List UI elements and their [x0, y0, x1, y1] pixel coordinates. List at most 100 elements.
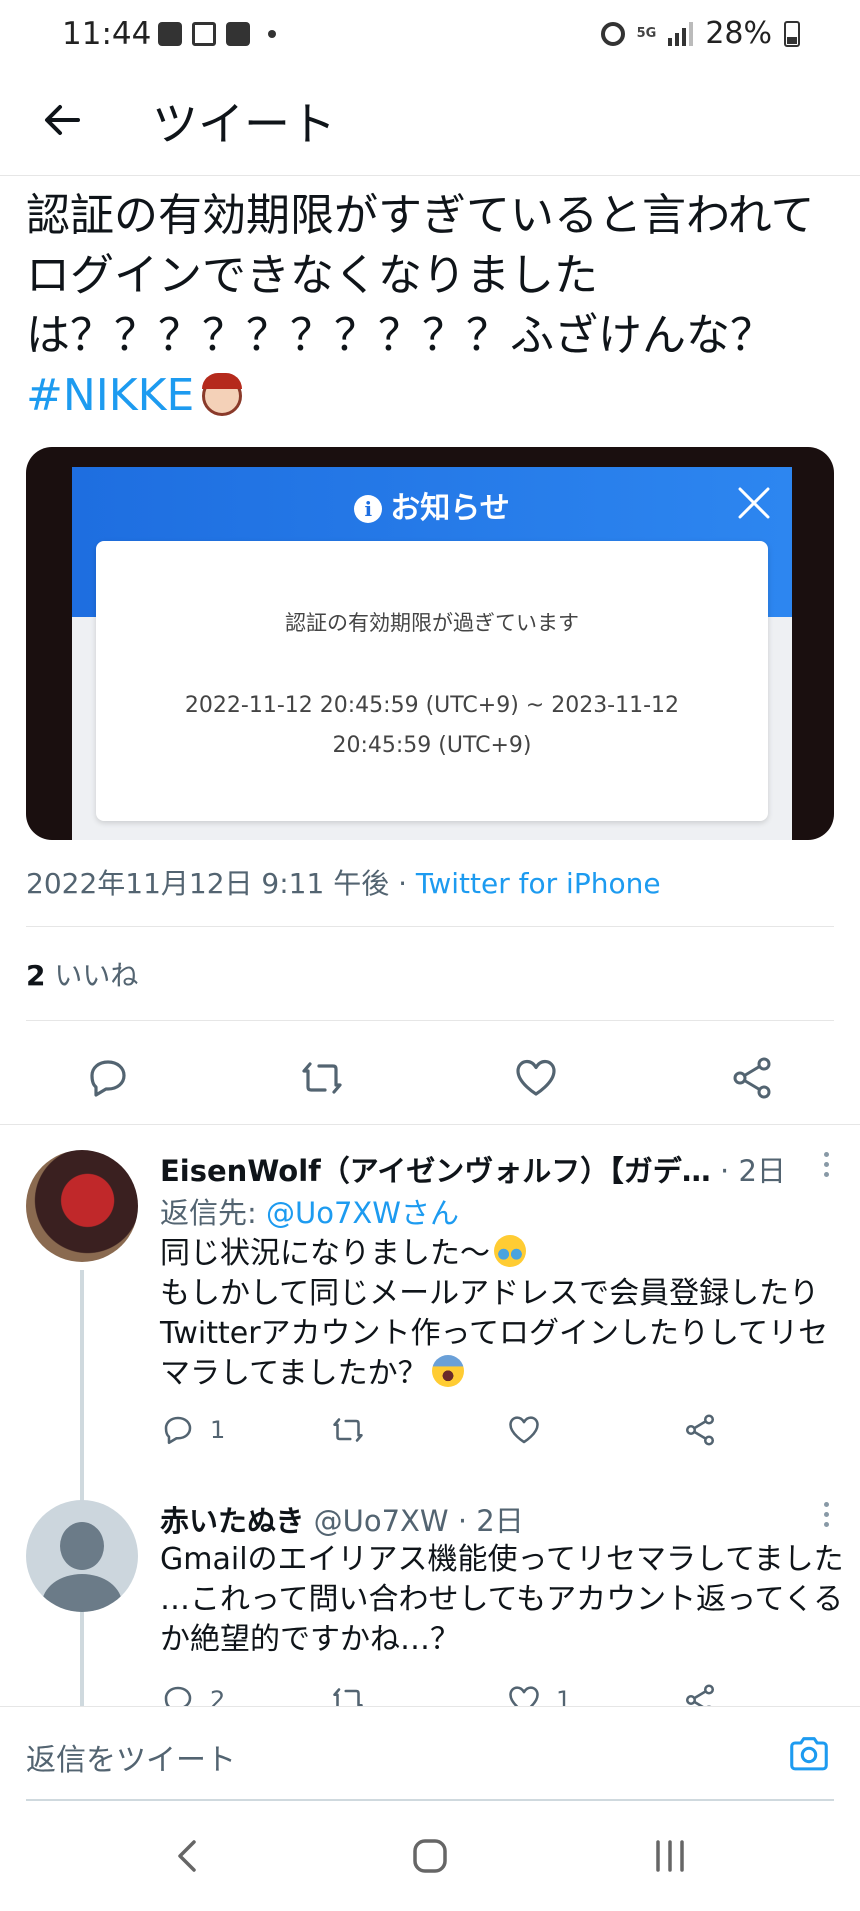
dialog-period-line: 20:45:59 (UTC+9) — [332, 733, 532, 758]
like-heart-icon — [509, 1416, 539, 1444]
camera-icon[interactable] — [786, 1731, 832, 1777]
signal-icon — [668, 21, 694, 46]
reply-header: EisenWolf（アイゼンヴォルフ）【ガデ… · 2日 — [160, 1148, 786, 1190]
dialog-message: 認証の有効期限が過ぎています — [285, 611, 579, 635]
notice-dialog: i お知らせ 認証の有効期限が過ぎています 2022-11-12 20:45:59… — [72, 467, 792, 840]
reply-count: 2 — [210, 1686, 226, 1706]
reply-text: 同じ状況になりました〜 もしかして同じメールアドレスで会員登録したり Twitt… — [160, 1234, 840, 1394]
reply-text: Gmailのエイリアス機能使ってリセマラしてました …これって問い合わせしてもア… — [160, 1540, 844, 1660]
likes-number: 2 — [26, 959, 46, 992]
reply-author-name[interactable]: 赤いたぬき — [160, 1504, 304, 1538]
gmail-icon — [192, 22, 216, 46]
share-icon — [685, 1414, 715, 1446]
dialog-body: 認証の有効期限が過ぎています 2022-11-12 20:45:59 (UTC+… — [96, 541, 768, 821]
nav-back-icon[interactable] — [164, 1832, 212, 1880]
battery-icon — [784, 20, 800, 47]
tweet-meta: 2022年11月12日 9:11 午後 · Twitter for iPhone — [26, 862, 661, 902]
reply-author-name[interactable]: EisenWolf（アイゼンヴォルフ）【ガデ… — [160, 1154, 711, 1188]
hashtag-link[interactable]: #NIKKE — [26, 370, 194, 421]
composer-underline — [26, 1799, 834, 1801]
top-app-bar: ツイート — [0, 72, 860, 176]
clock-app-icon — [226, 22, 250, 46]
reply-to: 返信先: @Uo7XWさん — [160, 1190, 459, 1232]
status-time: 11:44 — [62, 16, 152, 52]
arrow-left-icon[interactable] — [38, 96, 86, 144]
more-options-icon[interactable] — [822, 1152, 830, 1182]
reply-count: 1 — [210, 1416, 226, 1444]
like-heart-icon — [509, 1686, 539, 1706]
reply-text-line: …これって問い合わせしてもアカウント返ってくる — [160, 1582, 844, 1617]
like-button[interactable]: 1 — [506, 1680, 571, 1706]
nav-recents-icon[interactable] — [646, 1832, 694, 1880]
avatar[interactable] — [26, 1500, 138, 1612]
tweet-text: 認証の有効期限がすぎていると言われて ログインできなくなりました は？？？？？？… — [26, 186, 836, 426]
reply-text-line: もしかして同じメールアドレスで会員登録したり — [160, 1276, 820, 1311]
reply-text-line: 同じ状況になりました〜 — [160, 1236, 490, 1271]
likes-count-link[interactable]: 2 いいね — [26, 954, 138, 994]
status-bar: 11:44 5G 28% — [0, 0, 860, 72]
page-title: ツイート — [152, 97, 336, 151]
gallery-icon — [158, 22, 182, 46]
reply-composer: 返信をツイート — [0, 1706, 860, 1802]
like-heart-icon[interactable] — [512, 1054, 560, 1102]
retweet-icon — [333, 1418, 363, 1442]
share-button[interactable] — [682, 1680, 718, 1706]
reply-text-line: Twitterアカウント作ってログインしたりしてリセ — [160, 1316, 829, 1351]
like-count: 1 — [556, 1686, 572, 1706]
close-icon — [738, 487, 770, 519]
info-icon: i — [354, 495, 383, 523]
mention-link[interactable]: @Uo7XWさん — [266, 1196, 459, 1230]
dialog-period: 2022-11-12 20:45:59 (UTC+9) ~ 2023-11-12… — [96, 686, 768, 766]
nav-home-icon[interactable] — [406, 1832, 454, 1880]
like-button[interactable] — [506, 1410, 556, 1450]
share-button[interactable] — [682, 1410, 718, 1450]
retweet-icon — [333, 1688, 363, 1706]
more-options-icon[interactable] — [822, 1502, 830, 1532]
tweet-source-link[interactable]: Twitter for iPhone — [416, 867, 661, 900]
retweet-icon[interactable] — [298, 1054, 346, 1102]
share-icon — [685, 1684, 715, 1706]
divider — [26, 926, 834, 927]
retweet-button[interactable] — [330, 1410, 380, 1450]
reply-icon — [164, 1416, 192, 1445]
reply-icon[interactable] — [84, 1054, 132, 1102]
reply-button[interactable]: 1 — [160, 1410, 225, 1450]
meta-separator: · — [389, 867, 416, 900]
tweet-media-image[interactable]: i お知らせ 認証の有効期限が過ぎています 2022-11-12 20:45:59… — [26, 447, 834, 840]
system-nav-bar — [0, 1802, 860, 1911]
tweet-timestamp: 2022年11月12日 9:11 午後 — [26, 867, 390, 900]
dialog-title: i お知らせ — [72, 483, 792, 527]
share-icon[interactable] — [728, 1054, 776, 1102]
thread-line — [80, 1620, 84, 1706]
reply-actions: 1 — [160, 1410, 720, 1454]
likes-label: いいね — [45, 959, 139, 992]
alarm-icon — [600, 21, 625, 46]
reply-tweet[interactable]: 赤いたぬき @Uo7XW · 2日 Gmailのエイリアス機能使ってリセマラして… — [0, 1474, 860, 1706]
system-icons: 5G 28% — [600, 16, 800, 51]
retweet-button[interactable] — [330, 1680, 380, 1706]
reply-text-line: Gmailのエイリアス機能使ってリセマラしてました — [160, 1542, 844, 1577]
dialog-title-text: お知らせ — [390, 491, 510, 526]
reply-handle: @Uo7XW — [304, 1504, 449, 1538]
reply-header: 赤いたぬき @Uo7XW · 2日 — [160, 1498, 524, 1540]
divider — [26, 1020, 834, 1021]
reply-to-label: 返信先: — [160, 1196, 266, 1230]
character-emoji-icon — [202, 373, 243, 416]
more-notifications-icon — [268, 30, 276, 38]
avatar[interactable] — [26, 1150, 138, 1262]
reply-icon — [164, 1686, 192, 1706]
reply-input[interactable]: 返信をツイート — [26, 1735, 236, 1779]
dialog-period-line: 2022-11-12 20:45:59 (UTC+9) ~ 2023-11-12 — [184, 693, 680, 718]
network-type: 5G — [636, 25, 657, 41]
screaming-face-emoji-icon — [431, 1355, 464, 1387]
battery-percent: 28% — [705, 16, 772, 51]
reply-text-line: マラしてましたか？ — [160, 1356, 428, 1391]
reply-actions: 2 1 — [160, 1680, 720, 1706]
reply-time: · 2日 — [448, 1504, 524, 1538]
reply-tweet[interactable]: EisenWolf（アイゼンヴォルフ）【ガデ… · 2日 返信先: @Uo7XW… — [0, 1124, 860, 1620]
tweet-text-line: 認証の有効期限がすぎていると言われて — [26, 190, 815, 241]
reply-time: · 2日 — [710, 1154, 786, 1188]
reply-button[interactable]: 2 — [160, 1680, 225, 1706]
notification-icons — [158, 22, 276, 46]
reply-text-line: か絶望的ですかね…？ — [160, 1622, 460, 1657]
